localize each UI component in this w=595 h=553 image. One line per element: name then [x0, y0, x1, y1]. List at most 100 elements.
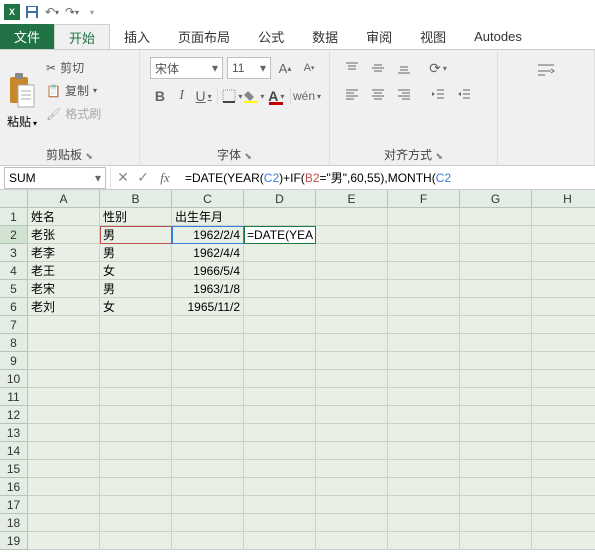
column-header[interactable]: H	[532, 190, 595, 208]
cell[interactable]	[532, 424, 595, 442]
cell[interactable]	[316, 226, 388, 244]
cell[interactable]	[100, 514, 172, 532]
cell[interactable]	[100, 424, 172, 442]
cell[interactable]	[460, 514, 532, 532]
copy-button[interactable]: 📋复制 ▾	[46, 82, 101, 99]
cell[interactable]	[388, 352, 460, 370]
row-header[interactable]: 13	[0, 424, 28, 442]
cell[interactable]: 老李	[28, 244, 100, 262]
cell[interactable]	[244, 280, 316, 298]
cell[interactable]	[316, 316, 388, 334]
undo-icon[interactable]: ↶▾	[44, 4, 60, 20]
underline-button[interactable]: U▾	[194, 85, 214, 107]
column-header[interactable]: A	[28, 190, 100, 208]
tab-formulas[interactable]: 公式	[244, 24, 298, 49]
cell[interactable]	[532, 460, 595, 478]
row-header[interactable]: 16	[0, 478, 28, 496]
cell[interactable]: 老王	[28, 262, 100, 280]
cell[interactable]	[244, 514, 316, 532]
cell[interactable]: 出生年月	[172, 208, 244, 226]
cell[interactable]	[244, 424, 316, 442]
row-header[interactable]: 19	[0, 532, 28, 550]
cell[interactable]: 性别	[100, 208, 172, 226]
cell[interactable]	[28, 316, 100, 334]
cell[interactable]	[388, 280, 460, 298]
cell[interactable]	[388, 370, 460, 388]
cell[interactable]	[28, 478, 100, 496]
cell[interactable]	[388, 442, 460, 460]
cell[interactable]: 1965/11/2	[172, 298, 244, 316]
cell[interactable]	[388, 298, 460, 316]
cell[interactable]	[244, 496, 316, 514]
cell[interactable]	[100, 460, 172, 478]
cell[interactable]	[388, 226, 460, 244]
cell[interactable]	[244, 478, 316, 496]
cut-button[interactable]: ✂剪切	[46, 59, 101, 76]
cell[interactable]	[172, 514, 244, 532]
cell[interactable]	[460, 316, 532, 334]
cell[interactable]	[316, 370, 388, 388]
cell[interactable]	[172, 478, 244, 496]
cell[interactable]	[316, 478, 388, 496]
align-top-button[interactable]	[340, 57, 364, 79]
align-middle-button[interactable]	[366, 57, 390, 79]
tab-file[interactable]: 文件	[0, 24, 54, 49]
cell[interactable]	[28, 388, 100, 406]
cell[interactable]	[388, 532, 460, 550]
cell[interactable]	[460, 406, 532, 424]
font-color-button[interactable]: A▾	[266, 85, 286, 107]
tab-data[interactable]: 数据	[298, 24, 352, 49]
cell[interactable]	[244, 406, 316, 424]
cell[interactable]	[244, 460, 316, 478]
cell[interactable]	[100, 478, 172, 496]
cell[interactable]	[460, 208, 532, 226]
cell[interactable]	[172, 352, 244, 370]
cell[interactable]	[532, 262, 595, 280]
row-header[interactable]: 7	[0, 316, 28, 334]
row-header[interactable]: 6	[0, 298, 28, 316]
column-header[interactable]: E	[316, 190, 388, 208]
cell[interactable]	[460, 226, 532, 244]
cell[interactable]: 老张	[28, 226, 100, 244]
cell[interactable]	[388, 388, 460, 406]
cell[interactable]	[460, 532, 532, 550]
cell[interactable]	[316, 532, 388, 550]
paste-button[interactable]: 粘贴▾	[6, 53, 42, 144]
cells-area[interactable]: 姓名性别出生年月老张男1962/2/4=DATE(YEA老李男1962/4/4老…	[28, 208, 595, 550]
increase-indent-button[interactable]	[452, 83, 476, 105]
tab-autodesk[interactable]: Autodes	[460, 24, 536, 49]
cell[interactable]	[28, 460, 100, 478]
cell[interactable]	[244, 442, 316, 460]
cell[interactable]	[172, 496, 244, 514]
cell[interactable]	[388, 208, 460, 226]
row-header[interactable]: 12	[0, 406, 28, 424]
cell[interactable]	[244, 298, 316, 316]
cell[interactable]	[244, 316, 316, 334]
orientation-button[interactable]: ⟳▾	[426, 57, 450, 79]
qat-customize-icon[interactable]: ▾	[84, 4, 100, 20]
cell[interactable]	[172, 388, 244, 406]
cell[interactable]	[532, 496, 595, 514]
row-header[interactable]: 9	[0, 352, 28, 370]
cell[interactable]: 男	[100, 280, 172, 298]
cell[interactable]: 男	[100, 226, 172, 244]
cell[interactable]	[100, 406, 172, 424]
cell[interactable]	[172, 424, 244, 442]
row-header[interactable]: 1	[0, 208, 28, 226]
cell[interactable]	[388, 334, 460, 352]
increase-font-button[interactable]: A▴	[275, 57, 295, 79]
cell[interactable]	[532, 442, 595, 460]
cell[interactable]	[460, 424, 532, 442]
cell[interactable]	[460, 496, 532, 514]
cell[interactable]	[532, 478, 595, 496]
cell[interactable]	[172, 460, 244, 478]
cell[interactable]	[244, 370, 316, 388]
cell[interactable]	[388, 406, 460, 424]
cell[interactable]	[388, 514, 460, 532]
cell[interactable]	[100, 352, 172, 370]
cell[interactable]	[460, 280, 532, 298]
cell[interactable]	[100, 532, 172, 550]
cell[interactable]	[100, 442, 172, 460]
cell[interactable]: =DATE(YEA	[244, 226, 316, 244]
cell[interactable]: 1962/4/4	[172, 244, 244, 262]
